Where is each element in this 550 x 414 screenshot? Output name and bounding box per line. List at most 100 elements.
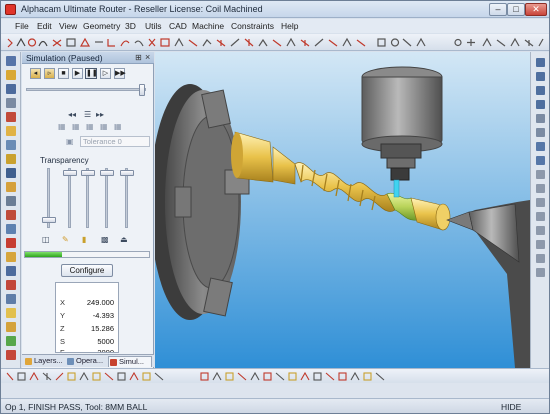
- configure-button[interactable]: Configure: [61, 264, 113, 277]
- fast-forward-button[interactable]: ▶▶: [114, 68, 126, 79]
- tab-operations[interactable]: Opera...: [66, 356, 108, 367]
- coord-value: 15.286: [91, 324, 114, 333]
- pin-icon[interactable]: ⊞: [135, 53, 142, 62]
- zoom-in-icon[interactable]: [6, 224, 16, 234]
- pan-icon[interactable]: [6, 280, 16, 290]
- close-button[interactable]: ✕: [525, 3, 547, 16]
- window-icon[interactable]: [6, 266, 16, 276]
- mirror-icon: [286, 37, 296, 47]
- hidden-line-icon[interactable]: [536, 212, 545, 221]
- join-icon: [230, 38, 240, 47]
- option-3-icon[interactable]: ▦: [86, 122, 94, 131]
- simulation-panel: Simulation (Paused) ⊞ × ◂ ▹ ■ ▶ ❚❚ ▷ ▶▶ …: [22, 52, 154, 368]
- view-back-icon[interactable]: [536, 114, 545, 123]
- new-file-icon[interactable]: [6, 56, 16, 66]
- offset-icon: [258, 38, 268, 47]
- paste-icon[interactable]: [6, 154, 16, 164]
- wireframe-icon[interactable]: [536, 198, 545, 207]
- next-op-icon[interactable]: ▸▸: [96, 110, 104, 119]
- transparency-slider-3-track[interactable]: [86, 168, 89, 228]
- menu-utils[interactable]: Utils: [145, 21, 162, 31]
- menu-geometry[interactable]: Geometry: [83, 21, 120, 31]
- ortho-icon[interactable]: [536, 254, 545, 263]
- transparency-slider-2-thumb[interactable]: [63, 170, 77, 176]
- stop-button[interactable]: ■: [58, 68, 69, 79]
- transparency-slider-4-track[interactable]: [105, 168, 108, 228]
- option-5-icon[interactable]: ▦: [114, 122, 122, 131]
- coord-row: Y -4.393: [56, 310, 118, 322]
- transparency-slider-5-track[interactable]: [125, 168, 128, 228]
- menu-help[interactable]: Help: [281, 21, 298, 31]
- step-back-button[interactable]: ▹: [44, 68, 55, 79]
- previous-op-icon[interactable]: ◂◂: [68, 110, 76, 119]
- redraw-icon[interactable]: [536, 170, 545, 179]
- cut-icon[interactable]: [6, 112, 16, 122]
- view-bottom-icon[interactable]: [536, 128, 545, 137]
- option-1-icon[interactable]: ▦: [58, 122, 66, 131]
- play-button[interactable]: ▶: [72, 68, 83, 79]
- folder-icon[interactable]: [6, 126, 16, 136]
- fit-icon[interactable]: [6, 252, 16, 262]
- panel-tabs: Layers... Opera... Simul...: [22, 354, 154, 367]
- transparency-slider-1-thumb[interactable]: [42, 217, 56, 223]
- menu-machine[interactable]: Machine: [192, 21, 224, 31]
- view-top-icon[interactable]: [536, 58, 545, 67]
- step-button[interactable]: ▷: [100, 68, 111, 79]
- save-icon[interactable]: [6, 84, 16, 94]
- material-icon[interactable]: [6, 322, 16, 332]
- render-icon[interactable]: [6, 336, 16, 346]
- 3d-viewport[interactable]: [155, 52, 530, 368]
- copy-icon: [342, 37, 352, 47]
- tab-simulation[interactable]: Simul...: [108, 356, 152, 367]
- op-list-icon[interactable]: ☰: [84, 110, 91, 119]
- properties-icon[interactable]: [6, 168, 16, 178]
- copy-icon[interactable]: [6, 140, 16, 150]
- option-4-icon[interactable]: ▦: [100, 122, 108, 131]
- rewind-button[interactable]: ◂: [30, 68, 41, 79]
- menu-file[interactable]: File: [15, 21, 29, 31]
- settings-icon[interactable]: [6, 196, 16, 206]
- light-icon[interactable]: [6, 308, 16, 318]
- maximize-button[interactable]: □: [507, 3, 525, 16]
- view-iso-icon[interactable]: [536, 100, 545, 109]
- view-side-icon[interactable]: [536, 86, 545, 95]
- tab-layers[interactable]: Layers...: [24, 356, 66, 367]
- option-2-icon[interactable]: ▦: [72, 122, 80, 131]
- delete-icon: [148, 38, 156, 47]
- minimize-button[interactable]: –: [489, 3, 507, 16]
- stop-icon[interactable]: [6, 350, 16, 360]
- tool-icon[interactable]: [6, 182, 16, 192]
- transparency-slider-5-thumb[interactable]: [120, 170, 134, 176]
- redraw-icon[interactable]: [6, 294, 16, 304]
- coord-axis: S: [60, 337, 66, 346]
- simulation-scene[interactable]: [155, 52, 530, 368]
- rotate-view-icon[interactable]: [536, 142, 545, 151]
- hide-icon: [496, 39, 506, 47]
- speed-slider-track[interactable]: [26, 88, 146, 91]
- panel-close-icon[interactable]: ×: [145, 52, 150, 62]
- zoom-window-icon[interactable]: [536, 156, 545, 165]
- tolerance-field[interactable]: Tolerance 0: [80, 136, 150, 147]
- menu-3d[interactable]: 3D: [125, 21, 136, 31]
- transparency-slider-2-track[interactable]: [68, 168, 71, 228]
- coordinate-icon[interactable]: [536, 268, 545, 277]
- grid-icon[interactable]: [536, 226, 545, 235]
- menu-edit[interactable]: Edit: [37, 21, 52, 31]
- menu-cad[interactable]: CAD: [169, 21, 187, 31]
- zoom-out-icon[interactable]: [6, 238, 16, 248]
- snap-icon[interactable]: [536, 240, 545, 249]
- transparency-slider-3-thumb[interactable]: [81, 170, 95, 176]
- mark-icon[interactable]: [6, 210, 16, 220]
- coord-row: Z 15.286: [56, 323, 118, 335]
- transparency-slider-4-thumb[interactable]: [100, 170, 114, 176]
- menu-constraints[interactable]: Constraints: [231, 21, 274, 31]
- view-front-icon[interactable]: [536, 72, 545, 81]
- arc-icon: [38, 40, 48, 47]
- print-icon[interactable]: [6, 98, 16, 108]
- coord-axis: Y: [60, 311, 66, 320]
- menu-view[interactable]: View: [59, 21, 77, 31]
- pause-button[interactable]: ❚❚: [85, 68, 98, 79]
- speed-slider-thumb[interactable]: [139, 84, 145, 96]
- open-file-icon[interactable]: [6, 70, 16, 80]
- shading-icon[interactable]: [536, 184, 545, 193]
